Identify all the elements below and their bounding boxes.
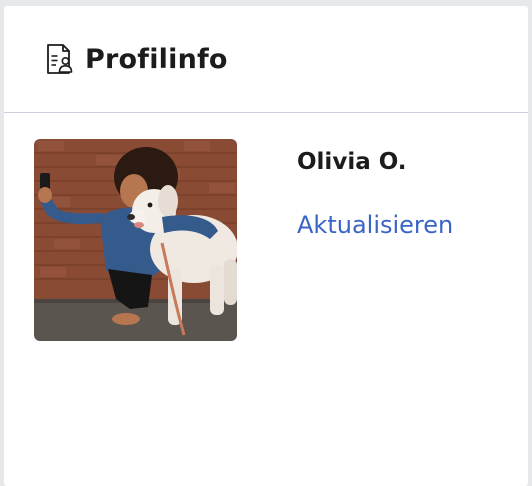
profile-photo <box>34 139 237 341</box>
update-profile-link[interactable]: Aktualisieren <box>297 211 453 239</box>
card-title: Profilinfo <box>85 43 228 75</box>
card-header: Profilinfo <box>4 6 528 113</box>
profile-name: Olivia O. <box>297 149 407 175</box>
profile-info-card: Profilinfo Olivia O. Aktualisieren <box>4 6 528 486</box>
profile-document-icon <box>44 43 76 75</box>
